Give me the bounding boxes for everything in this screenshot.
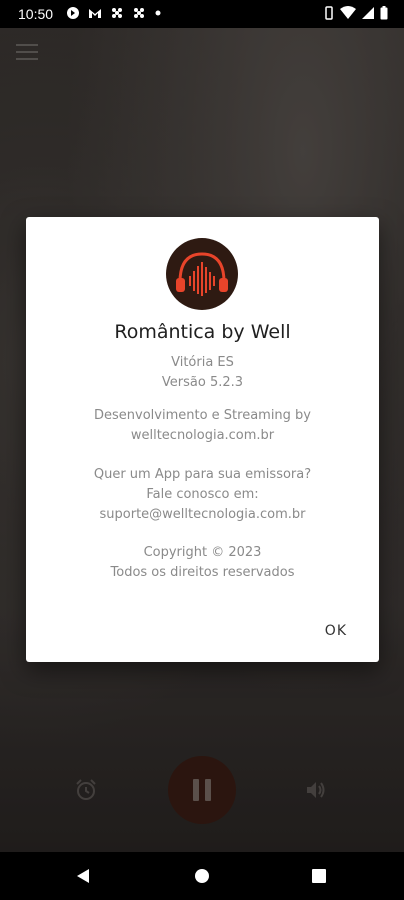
dialog-title: Romântica by Well — [114, 321, 291, 343]
ok-button[interactable]: OK — [325, 623, 347, 639]
vibrate-icon — [325, 6, 333, 20]
support-email: suporte@welltecnologia.com.br — [99, 507, 306, 522]
contact-text: Fale conosco em: — [146, 487, 259, 502]
promo-text: Quer um App para sua emissora? — [93, 467, 312, 482]
headphones-waveform-icon — [176, 252, 228, 296]
about-dialog: Romântica by Well Vitória ES Versão 5.2.… — [26, 217, 379, 662]
back-icon[interactable] — [76, 868, 90, 884]
wifi-icon — [340, 6, 356, 19]
app-logo — [166, 238, 238, 310]
developer-website: welltecnologia.com.br — [130, 428, 275, 443]
home-icon[interactable] — [195, 869, 209, 883]
notification-gmail-icon — [89, 9, 101, 18]
notification-pinwheel-icon-2 — [134, 8, 144, 18]
notification-dot-icon — [155, 10, 161, 16]
navigation-bar — [0, 852, 404, 900]
notification-icons — [66, 6, 162, 20]
version-text: Versão 5.2.3 — [161, 375, 244, 390]
system-icons — [323, 6, 388, 20]
signal-icon — [362, 7, 374, 19]
copyright-text: Copyright © 2023 — [143, 545, 262, 560]
status-bar: 10:50 — [0, 0, 404, 28]
rights-text: Todos os direitos reservados — [110, 565, 295, 580]
status-time: 10:50 — [18, 6, 54, 22]
notification-app-icon — [67, 7, 79, 19]
notification-pinwheel-icon — [112, 8, 122, 18]
battery-icon — [380, 6, 388, 20]
location-text: Vitória ES — [171, 355, 234, 370]
developer-text: Desenvolvimento e Streaming by — [93, 408, 311, 423]
recents-icon[interactable] — [312, 869, 326, 883]
